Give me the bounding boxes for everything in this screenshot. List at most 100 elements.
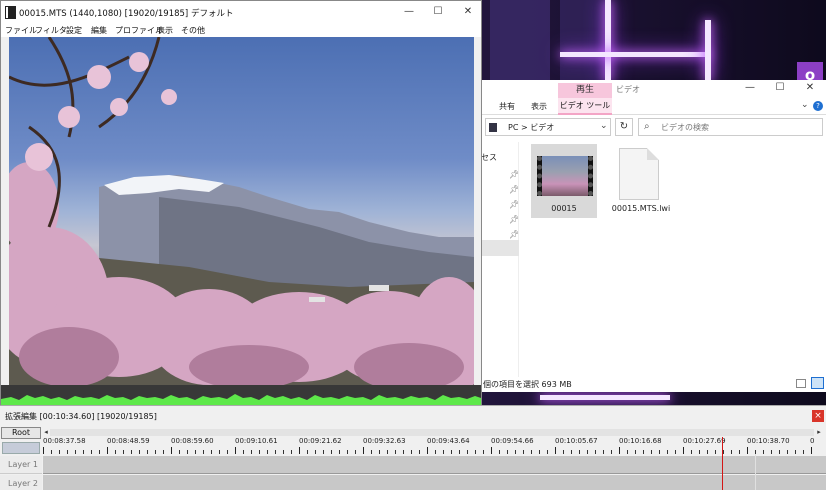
tick-major <box>811 447 812 454</box>
pin-icon[interactable]: 📌︎ <box>509 230 519 239</box>
large-icons-view-icon[interactable] <box>811 377 824 389</box>
tick-minor <box>115 450 116 454</box>
tick-minor <box>323 450 324 454</box>
tick-minor <box>435 450 436 454</box>
tick-minor <box>315 450 316 454</box>
menu-settings[interactable]: 設定 <box>66 25 82 36</box>
video-folder-icon <box>489 123 497 132</box>
tick-label: 00:10:16.68 <box>619 437 662 445</box>
extended-edit-timeline: 拡張編集 [00:10:34.60] [19020/19185] × Root … <box>0 405 826 490</box>
tick-minor <box>75 450 76 454</box>
chevron-down-icon[interactable]: ⌄ <box>600 121 608 131</box>
pin-icon[interactable]: 📌︎ <box>509 185 519 194</box>
menu-bar: ファイル フィルタ 設定 編集 プロファイル 表示 その他 <box>1 23 481 37</box>
layer-track-2[interactable] <box>43 475 826 490</box>
tick-minor <box>659 450 660 454</box>
tick-minor <box>635 450 636 454</box>
explorer-titlebar: 再生 ビデオ — ☐ ✕ <box>473 80 826 98</box>
aviutl-titlebar: 00015.MTS (1440,1080) [19020/19185] デフォル… <box>1 1 481 23</box>
menu-other[interactable]: その他 <box>181 25 205 36</box>
tick-minor <box>123 450 124 454</box>
menu-profile[interactable]: プロファイル <box>115 25 163 36</box>
search-input[interactable]: ビデオの検索 <box>661 122 709 133</box>
tick-minor <box>443 450 444 454</box>
minimize-button[interactable]: — <box>743 82 757 93</box>
horizontal-scrollbar[interactable] <box>50 429 814 436</box>
tick-minor <box>91 450 92 454</box>
tick-major <box>555 447 556 454</box>
playhead-cursor[interactable] <box>722 437 723 490</box>
tick-minor <box>419 450 420 454</box>
tick-label: 00:09:32.63 <box>363 437 406 445</box>
tick-label: 00:09:21.62 <box>299 437 342 445</box>
layer-header-1[interactable]: Layer 1 <box>0 456 42 474</box>
help-icon[interactable]: ? <box>813 101 823 111</box>
details-view-icon[interactable] <box>796 379 806 388</box>
tick-label: 00:09:10.61 <box>235 437 278 445</box>
tick-minor <box>499 450 500 454</box>
tick-minor <box>459 450 460 454</box>
pin-icon[interactable]: 📌︎ <box>509 200 519 209</box>
tick-minor <box>475 450 476 454</box>
tick-minor <box>131 450 132 454</box>
minimize-button[interactable]: — <box>402 6 416 17</box>
refresh-button[interactable]: ↻ <box>615 118 633 136</box>
time-ruler[interactable]: 00:08:37.58 00:08:48.59 00:08:59.60 00:0… <box>43 437 826 454</box>
address-bar[interactable]: PC > ビデオ ⌄ <box>485 118 611 136</box>
tick-major <box>235 447 236 454</box>
tick-major <box>619 447 620 454</box>
tick-label: 00:09:54.66 <box>491 437 534 445</box>
file-name: 00015.MTS.lwi <box>611 204 671 213</box>
context-tab-play[interactable]: 再生 <box>558 83 612 98</box>
close-button[interactable]: ✕ <box>461 6 475 17</box>
ribbon-tab-view[interactable]: 表示 <box>531 101 547 112</box>
explorer-window-title: ビデオ <box>616 85 640 94</box>
ribbon-tab-video-tools[interactable]: ビデオ ツール <box>558 98 612 115</box>
menu-edit[interactable]: 編集 <box>91 25 107 36</box>
scroll-left-arrow[interactable]: ◂ <box>42 427 50 437</box>
nav-quick-access[interactable]: セス <box>481 152 497 163</box>
menu-view[interactable]: 表示 <box>157 25 173 36</box>
tick-minor <box>139 450 140 454</box>
tick-minor <box>219 450 220 454</box>
layer-track-1[interactable] <box>43 456 826 474</box>
maximize-button[interactable]: ☐ <box>773 82 787 93</box>
tick-label: 00:10:05.67 <box>555 437 598 445</box>
neon-light <box>705 20 711 82</box>
tick-minor <box>731 450 732 454</box>
neon-light <box>540 395 670 400</box>
layer-header-2[interactable]: Layer 2 <box>0 475 42 490</box>
menu-file[interactable]: ファイル <box>5 25 37 36</box>
tick-minor <box>483 450 484 454</box>
tick-minor <box>203 450 204 454</box>
video-preview[interactable] <box>9 37 474 385</box>
maximize-button[interactable]: ☐ <box>431 6 445 17</box>
scroll-right-arrow[interactable]: ▸ <box>815 427 823 437</box>
pin-icon[interactable]: 📌︎ <box>509 215 519 224</box>
chevron-down-icon[interactable]: ⌄ <box>801 100 809 110</box>
close-button[interactable]: ✕ <box>803 82 817 93</box>
audio-waveform <box>1 385 481 405</box>
neon-light <box>605 0 611 82</box>
zoom-slider[interactable] <box>2 442 40 454</box>
aviutl-main-window: 00015.MTS (1440,1080) [19020/19185] デフォル… <box>0 0 482 405</box>
pin-icon[interactable]: 📌︎ <box>509 170 519 179</box>
file-item-video[interactable]: 00015 <box>531 144 597 218</box>
menu-filter[interactable]: フィルタ <box>35 25 67 36</box>
window-title: 00015.MTS (1440,1080) [19020/19185] デフォル… <box>19 9 234 19</box>
root-scene-button[interactable]: Root <box>1 427 41 439</box>
close-button[interactable]: × <box>812 410 824 422</box>
desktop-wall-panel <box>560 0 610 90</box>
ribbon-tab-share[interactable]: 共有 <box>499 101 515 112</box>
tick-minor <box>243 450 244 454</box>
address-breadcrumb[interactable]: PC > ビデオ <box>508 122 554 133</box>
file-item-index[interactable]: 00015.MTS.lwi <box>608 144 674 218</box>
nav-item-selected[interactable] <box>481 240 519 256</box>
tick-minor <box>715 450 716 454</box>
tick-minor <box>259 450 260 454</box>
neon-light <box>560 52 710 57</box>
tick-label: 0 <box>810 437 815 445</box>
tick-minor <box>675 450 676 454</box>
file-name: 00015 <box>551 204 577 213</box>
search-box[interactable]: ⌕ ビデオの検索 <box>638 118 823 136</box>
